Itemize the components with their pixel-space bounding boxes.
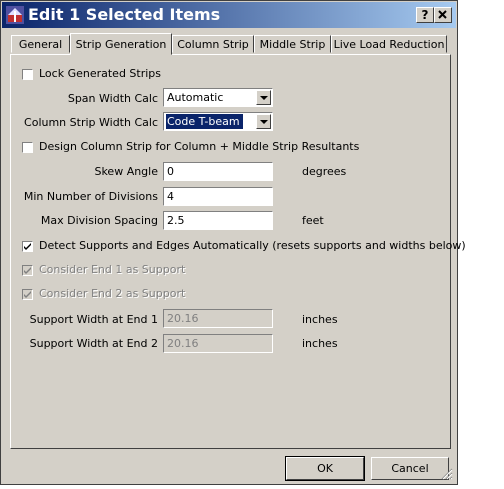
chevron-down-icon	[260, 120, 268, 124]
tab-live-load-reduction[interactable]: Live Load Reduction	[331, 35, 447, 53]
checkmark-icon	[24, 243, 31, 250]
detect-supports-label: Detect Supports and Edges Automatically …	[39, 239, 466, 252]
detect-supports-checkbox[interactable]	[22, 241, 33, 252]
column-strip-width-calc-value: Code T-beam	[165, 113, 244, 130]
consider-end2-checkbox[interactable]	[22, 289, 33, 300]
ok-button[interactable]: OK	[285, 456, 365, 481]
skew-angle-label: Skew Angle	[94, 165, 158, 178]
resize-grip-icon[interactable]	[441, 468, 453, 480]
column-strip-width-calc-select[interactable]: Code T-beam	[163, 112, 273, 131]
edit-dialog: Edit 1 Selected Items ? General Strip Ge…	[0, 0, 466, 485]
support-width-end2-unit: inches	[302, 337, 338, 350]
tab-column-strip[interactable]: Column Strip	[172, 35, 254, 53]
lock-generated-strips-checkbox[interactable]	[22, 69, 33, 80]
app-icon	[6, 6, 24, 24]
span-width-calc-value: Automatic	[167, 91, 224, 104]
support-width-end1-unit: inches	[302, 313, 338, 326]
lock-generated-strips-label: Lock Generated Strips	[39, 67, 162, 80]
span-width-calc-select[interactable]: Automatic	[163, 88, 273, 107]
window-title: Edit 1 Selected Items	[28, 5, 221, 24]
checkmark-icon	[24, 291, 31, 298]
column-strip-width-calc-label: Column Strip Width Calc	[24, 116, 158, 129]
support-width-end1-input[interactable]: 20.16	[163, 309, 273, 328]
help-button[interactable]: ?	[416, 7, 434, 23]
support-width-end1-label: Support Width at End 1	[29, 313, 158, 326]
column-strip-width-calc-dropdown-button[interactable]	[256, 114, 271, 129]
support-width-end2-input[interactable]: 20.16	[163, 334, 273, 353]
tab-middle-strip[interactable]: Middle Strip	[254, 35, 331, 53]
skew-angle-input[interactable]: 0	[163, 162, 273, 181]
min-divisions-label: Min Number of Divisions	[23, 190, 158, 203]
max-division-spacing-input[interactable]: 2.5	[163, 211, 273, 230]
title-bar[interactable]: Edit 1 Selected Items ?	[2, 2, 456, 28]
skew-angle-unit: degrees	[302, 165, 347, 178]
span-width-calc-dropdown-button[interactable]	[256, 90, 271, 105]
consider-end1-label: Consider End 1 as Support	[39, 263, 186, 276]
min-divisions-input[interactable]: 4	[163, 187, 273, 206]
close-icon	[438, 10, 447, 19]
chevron-down-icon	[260, 96, 268, 100]
design-column-strip-checkbox[interactable]	[22, 142, 33, 153]
support-width-end2-label: Support Width at End 2	[29, 337, 158, 350]
design-column-strip-label: Design Column Strip for Column + Middle …	[39, 140, 360, 153]
close-button[interactable]	[434, 7, 452, 23]
max-division-spacing-label: Max Division Spacing	[40, 214, 158, 227]
checkmark-icon	[24, 267, 31, 274]
max-division-spacing-unit: feet	[302, 214, 324, 227]
tab-general[interactable]: General	[11, 35, 70, 53]
cancel-button[interactable]: Cancel	[371, 457, 449, 480]
tab-strip: General Strip Generation Column Strip Mi…	[1, 33, 459, 55]
tab-strip-generation[interactable]: Strip Generation	[70, 33, 172, 55]
consider-end2-label: Consider End 2 as Support	[39, 287, 186, 300]
span-width-calc-label: Span Width Calc	[67, 92, 158, 105]
consider-end1-checkbox[interactable]	[22, 265, 33, 276]
